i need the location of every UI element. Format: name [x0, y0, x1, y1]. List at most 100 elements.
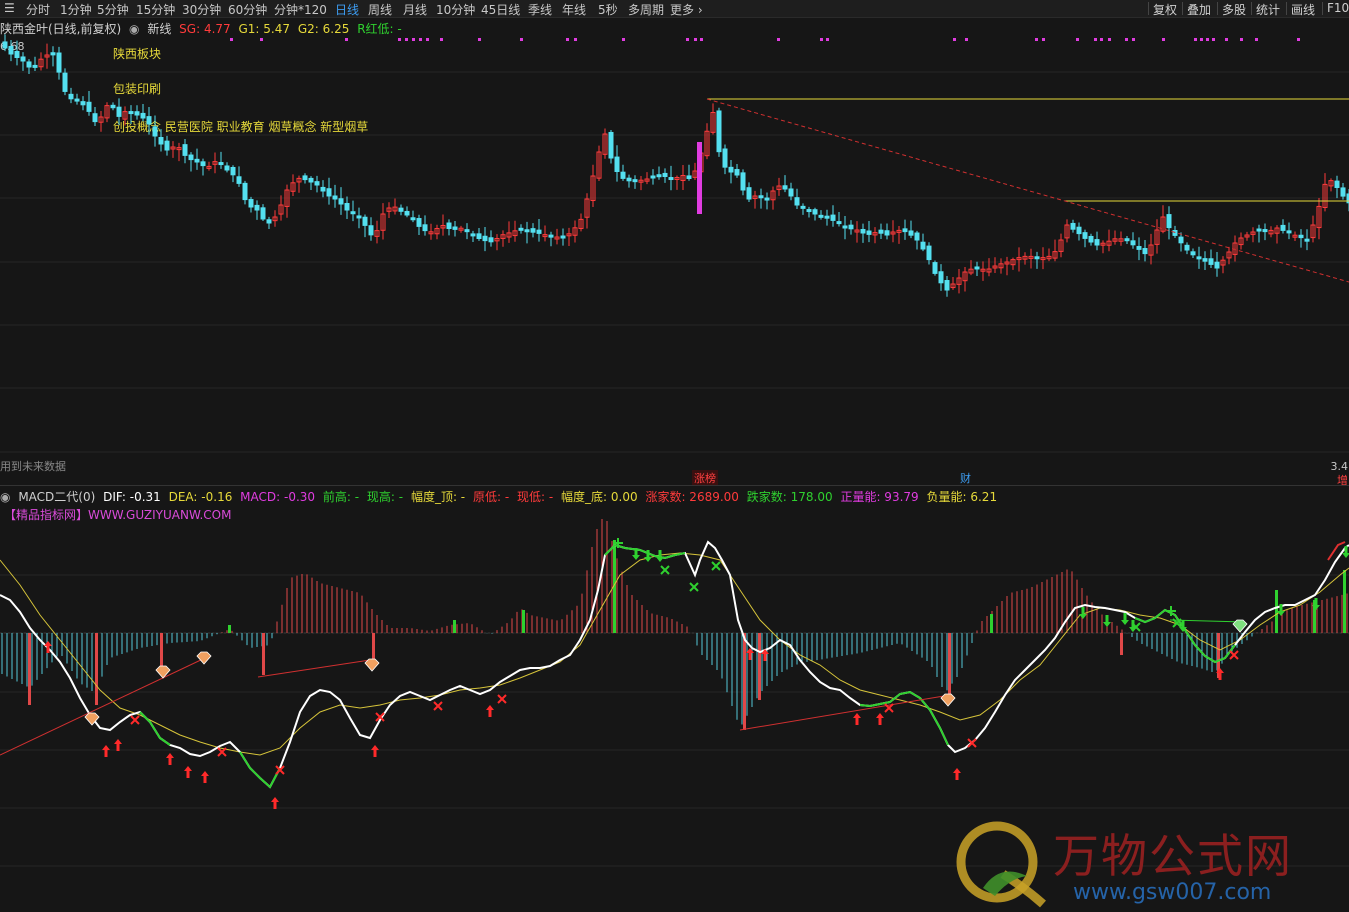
signal-dot — [1076, 38, 1079, 41]
candle-body — [614, 156, 620, 173]
candle-body — [1214, 261, 1220, 269]
candle-body — [836, 221, 842, 225]
macd-strong-bar — [758, 633, 761, 700]
candle-body — [308, 177, 314, 183]
signal-dot — [1297, 38, 1300, 41]
candle-body — [332, 195, 338, 200]
candle-body — [662, 172, 668, 178]
candle-body — [164, 140, 170, 151]
divergence-line — [257, 659, 371, 678]
diamond-signal-icon — [196, 651, 212, 665]
candle-body — [1034, 256, 1040, 260]
candle-body — [470, 233, 476, 237]
candle-body — [152, 126, 158, 137]
candle-body — [452, 226, 458, 230]
candle-body — [878, 229, 884, 234]
candle-body — [668, 177, 674, 181]
signal-dot — [826, 38, 829, 41]
candle-body — [818, 214, 824, 218]
candle-body — [656, 174, 662, 178]
candle-body — [1082, 232, 1088, 239]
candle-body — [830, 214, 836, 221]
signal-dot — [965, 38, 968, 41]
candle-body — [86, 101, 92, 112]
macd-strong-bar — [948, 633, 951, 695]
candle-body — [728, 166, 734, 173]
candle-body — [1196, 256, 1202, 260]
diamond-signal-icon — [364, 658, 380, 672]
candle-body — [182, 144, 188, 156]
signal-dot — [345, 38, 348, 41]
macd-strong-bar — [743, 633, 746, 730]
candle-body — [716, 110, 722, 153]
up-arrow-icon — [853, 713, 861, 725]
candle-body — [80, 101, 86, 106]
candle-body — [884, 230, 890, 236]
candle-body — [302, 175, 308, 181]
cross-signal-icon — [497, 694, 507, 704]
candle-body — [1130, 240, 1136, 246]
watermark-title: 万物公式网 — [1053, 829, 1293, 883]
dif-green-segment — [239, 751, 281, 789]
candle-body — [416, 218, 422, 227]
candle-body — [8, 45, 14, 55]
candle-body — [1202, 258, 1208, 262]
candle-body — [842, 225, 848, 229]
candle-body — [338, 198, 344, 205]
candle-body — [92, 113, 98, 123]
candle-body — [848, 224, 854, 230]
signal-dot — [405, 38, 408, 41]
macd-strong-bar — [990, 614, 993, 633]
candle-body — [524, 229, 530, 233]
signal-dot — [820, 38, 823, 41]
signal-dot — [398, 38, 401, 41]
dif-green-segment — [139, 711, 171, 746]
candle-body — [764, 197, 770, 201]
candle-body — [914, 232, 920, 241]
signal-dot — [1035, 38, 1038, 41]
highlight-candle — [697, 142, 702, 214]
candle-body — [134, 111, 140, 116]
up-arrow-icon — [371, 745, 379, 757]
dif-green-segment — [859, 690, 949, 746]
signal-dot — [1125, 38, 1128, 41]
signal-dot — [566, 38, 569, 41]
cross-signal-icon — [1229, 650, 1239, 660]
candle-body — [116, 106, 122, 117]
signal-dot — [426, 38, 429, 41]
candle-body — [32, 64, 38, 68]
candle-body — [806, 209, 812, 213]
candle-body — [248, 199, 254, 208]
signal-dot — [1162, 38, 1165, 41]
watermark-url: www.gsw007.com — [1073, 880, 1272, 905]
up-arrow-icon — [184, 766, 192, 778]
candle-body — [530, 228, 536, 233]
macd-strong-bar — [95, 633, 98, 705]
candle-body — [446, 222, 452, 230]
candle-body — [1076, 226, 1082, 235]
divergence-line — [1169, 619, 1246, 623]
candle-body — [1280, 224, 1286, 231]
chart-canvas[interactable] — [0, 0, 1349, 912]
divergence-line — [739, 694, 951, 731]
signal-dot — [478, 38, 481, 41]
cross-signal-icon — [433, 701, 443, 711]
signal-dot — [686, 38, 689, 41]
candle-body — [920, 241, 926, 250]
candle-body — [488, 237, 494, 243]
macd-strong-bar — [160, 633, 163, 668]
signal-dot — [1042, 38, 1045, 41]
signal-dot — [574, 38, 577, 41]
candle-body — [188, 154, 194, 161]
up-arrow-icon — [271, 797, 279, 809]
candle-body — [518, 227, 524, 231]
candle-body — [824, 215, 830, 219]
candle-body — [1298, 234, 1304, 239]
candle-body — [944, 280, 950, 291]
candle-body — [1166, 214, 1172, 229]
candle-body — [14, 50, 20, 58]
watermark: 万物公式网 www.gsw007.com — [955, 818, 1345, 910]
candle-body — [1184, 244, 1190, 251]
candle-body — [2, 41, 8, 49]
candle-body — [236, 176, 242, 184]
